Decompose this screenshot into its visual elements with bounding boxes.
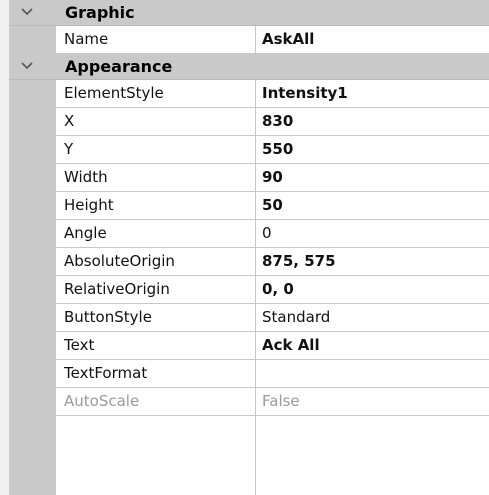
property-value: 550 — [262, 140, 294, 158]
property-value-cell[interactable]: Ack All — [256, 332, 489, 360]
property-row-angle[interactable]: Angle 0 — [9, 220, 489, 248]
property-name: ButtonStyle — [64, 308, 152, 326]
property-row-x[interactable]: X 830 — [9, 108, 489, 136]
property-name: X — [64, 112, 75, 130]
property-name: Name — [64, 30, 109, 48]
property-value-cell[interactable]: 0, 0 — [256, 276, 489, 304]
property-value-cell[interactable]: False — [256, 388, 489, 416]
property-value: 0, 0 — [262, 280, 294, 298]
row-gutter — [9, 164, 56, 192]
property-row-height[interactable]: Height 50 — [9, 192, 489, 220]
property-row-elementstyle[interactable]: ElementStyle Intensity1 — [9, 80, 489, 108]
property-name-cell[interactable]: AutoScale — [56, 388, 256, 416]
row-gutter — [9, 388, 56, 416]
category-appearance[interactable]: Appearance — [9, 54, 489, 80]
category-label: Graphic — [65, 3, 135, 22]
property-row-text[interactable]: Text Ack All — [9, 332, 489, 360]
property-name-cell[interactable]: Width — [56, 164, 256, 192]
row-gutter — [9, 248, 56, 276]
row-gutter — [9, 80, 56, 108]
property-value: 0 — [262, 224, 272, 242]
property-value-cell[interactable]: AskAll — [256, 26, 489, 54]
property-row-buttonstyle[interactable]: ButtonStyle Standard — [9, 304, 489, 332]
property-name-cell[interactable]: RelativeOrigin — [56, 276, 256, 304]
row-gutter — [9, 416, 56, 495]
property-value: AskAll — [262, 30, 315, 48]
property-name-cell[interactable]: Angle — [56, 220, 256, 248]
property-value: Intensity1 — [262, 84, 348, 102]
property-value-cell[interactable]: 90 — [256, 164, 489, 192]
property-name: Angle — [64, 224, 107, 242]
property-name-cell[interactable]: Height — [56, 192, 256, 220]
property-value: 875, 575 — [262, 252, 336, 270]
property-value: 90 — [262, 168, 283, 186]
property-row-width[interactable]: Width 90 — [9, 164, 489, 192]
property-name-cell[interactable]: Text — [56, 332, 256, 360]
property-name-cell[interactable]: Y — [56, 136, 256, 164]
property-name-cell[interactable]: TextFormat — [56, 360, 256, 388]
row-gutter — [9, 220, 56, 248]
property-value: Standard — [262, 308, 331, 326]
row-gutter — [9, 304, 56, 332]
property-name: ElementStyle — [64, 84, 164, 102]
property-grid: Graphic Name AskAll Appearance ElementSt… — [0, 0, 489, 495]
property-value: False — [262, 392, 300, 410]
property-value-cell[interactable]: 830 — [256, 108, 489, 136]
property-value: 50 — [262, 196, 283, 214]
category-graphic[interactable]: Graphic — [9, 0, 489, 26]
row-gutter — [9, 192, 56, 220]
chevron-down-icon[interactable] — [18, 57, 36, 75]
property-row-absoluteorigin[interactable]: AbsoluteOrigin 875, 575 — [9, 248, 489, 276]
property-row-textformat[interactable]: TextFormat — [9, 360, 489, 388]
grid-left-margin — [0, 0, 9, 495]
property-row-autoscale[interactable]: AutoScale False — [9, 388, 489, 416]
chevron-down-icon[interactable] — [18, 3, 36, 21]
property-name-cell[interactable]: Name — [56, 26, 256, 54]
property-name-cell[interactable]: AbsoluteOrigin — [56, 248, 256, 276]
property-name: Height — [64, 196, 114, 214]
empty-value-cell — [256, 416, 489, 495]
property-row-y[interactable]: Y 550 — [9, 136, 489, 164]
property-name: RelativeOrigin — [64, 280, 170, 298]
property-row-relativeorigin[interactable]: RelativeOrigin 0, 0 — [9, 276, 489, 304]
property-value-cell[interactable]: 0 — [256, 220, 489, 248]
property-value-cell[interactable]: Intensity1 — [256, 80, 489, 108]
property-name-cell[interactable]: X — [56, 108, 256, 136]
property-value-cell[interactable]: Standard — [256, 304, 489, 332]
row-gutter — [9, 276, 56, 304]
property-value-cell[interactable]: 875, 575 — [256, 248, 489, 276]
property-name: TextFormat — [64, 364, 148, 382]
row-gutter — [9, 26, 56, 54]
property-value: Ack All — [262, 336, 320, 354]
property-name: AutoScale — [64, 392, 140, 410]
property-name: Y — [64, 140, 74, 158]
property-row-empty — [9, 416, 489, 495]
row-gutter — [9, 108, 56, 136]
property-name: Text — [64, 336, 95, 354]
property-name-cell[interactable]: ButtonStyle — [56, 304, 256, 332]
property-name-cell[interactable]: ElementStyle — [56, 80, 256, 108]
category-label: Appearance — [65, 57, 173, 76]
property-value: 830 — [262, 112, 294, 130]
row-gutter — [9, 332, 56, 360]
empty-name-cell — [56, 416, 256, 495]
row-gutter — [9, 136, 56, 164]
property-value-cell[interactable] — [256, 360, 489, 388]
property-value-cell[interactable]: 550 — [256, 136, 489, 164]
property-row-name[interactable]: Name AskAll — [9, 26, 489, 54]
property-name: Width — [64, 168, 108, 186]
property-name: AbsoluteOrigin — [64, 252, 175, 270]
property-value-cell[interactable]: 50 — [256, 192, 489, 220]
row-gutter — [9, 360, 56, 388]
